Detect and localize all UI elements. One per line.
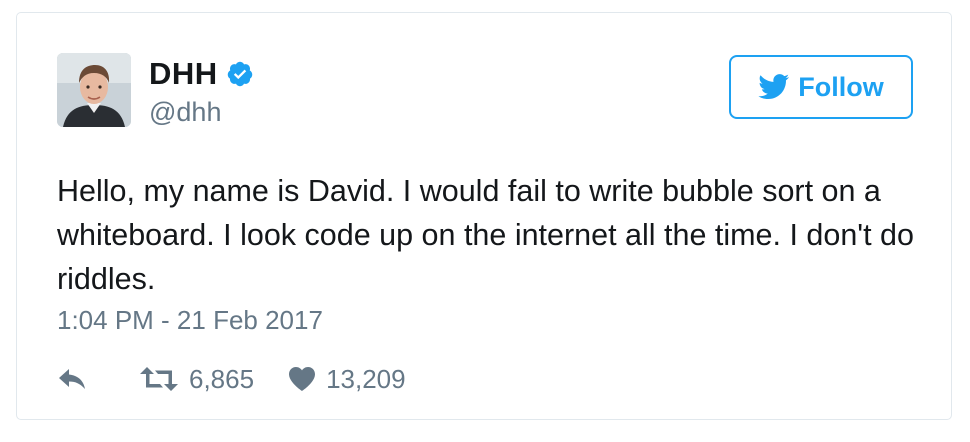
retweet-count: 6,865 (189, 363, 255, 394)
author-block: DHH @dhh (149, 55, 254, 128)
twitter-bird-icon (758, 74, 790, 100)
retweet-button[interactable]: 6,865 (139, 364, 254, 395)
like-count: 13,209 (326, 363, 406, 394)
author-name[interactable]: DHH (149, 56, 218, 92)
avatar-image (57, 53, 131, 127)
follow-label: Follow (798, 71, 884, 102)
tweet-timestamp[interactable]: 1:04 PM - 21 Feb 2017 (57, 305, 323, 336)
verified-badge-icon (226, 60, 254, 88)
name-row: DHH (149, 55, 254, 93)
tweet-card: DHH @dhh Follow Hello, my name is David.… (16, 12, 952, 420)
reply-icon (59, 369, 85, 389)
retweet-icon (140, 367, 178, 391)
tweet-actions: 6,865 13,209 (57, 361, 406, 397)
author-handle[interactable]: @dhh (149, 97, 254, 128)
reply-button[interactable] (57, 367, 89, 391)
follow-button[interactable]: Follow (729, 55, 913, 119)
tweet-text: Hello, my name is David. I would fail to… (57, 174, 914, 296)
avatar[interactable] (57, 53, 131, 127)
like-button[interactable]: 13,209 (288, 364, 406, 395)
heart-icon (289, 367, 316, 391)
